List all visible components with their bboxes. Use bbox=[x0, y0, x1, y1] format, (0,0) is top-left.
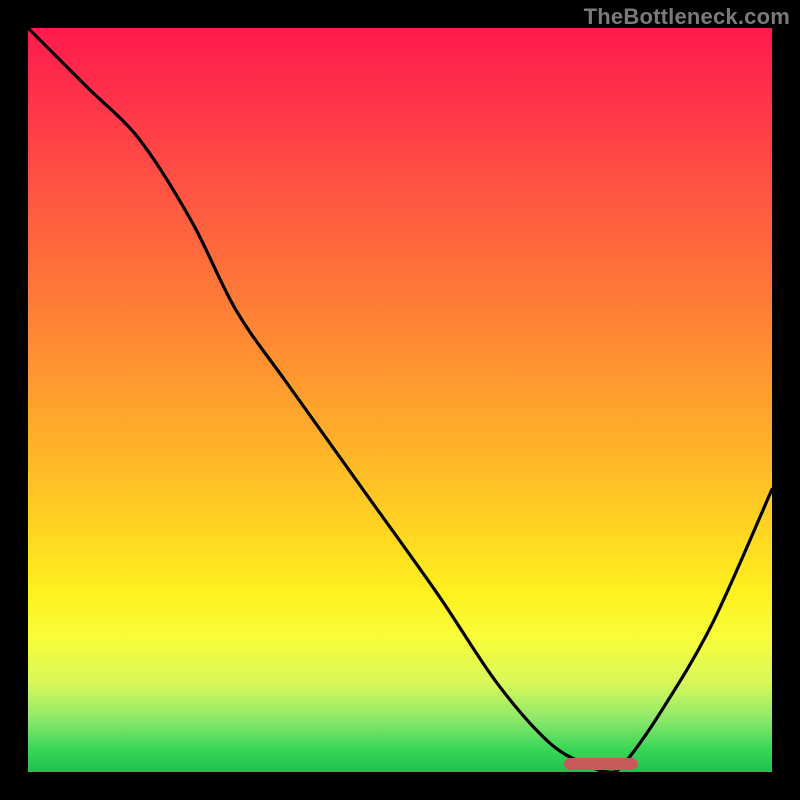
chart-plot-area bbox=[28, 28, 772, 772]
chart-frame: TheBottleneck.com bbox=[0, 0, 800, 800]
optimal-range-marker bbox=[564, 758, 638, 770]
bottleneck-curve bbox=[28, 28, 772, 772]
watermark-text: TheBottleneck.com bbox=[584, 4, 790, 30]
